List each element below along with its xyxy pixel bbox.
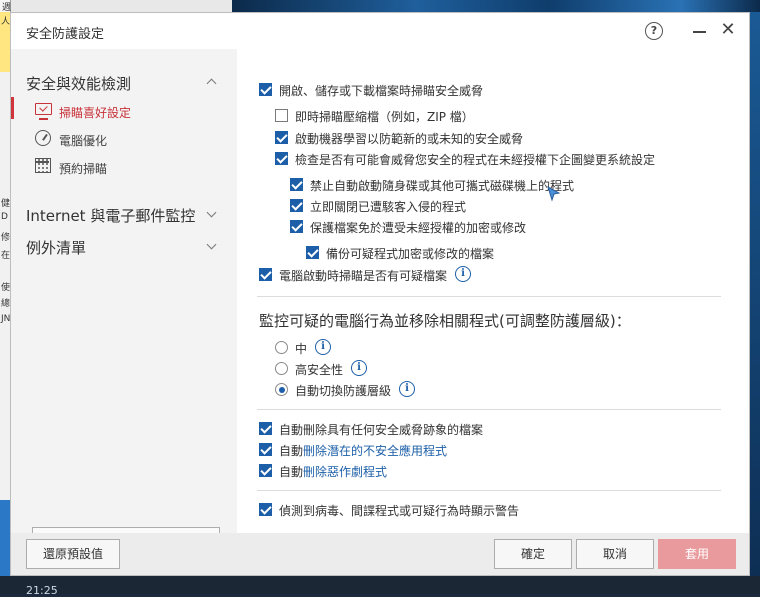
option-label: 立即關閉已遭駭客入侵的程式: [310, 200, 467, 214]
radio-label: 高安全性: [295, 363, 344, 377]
divider: [257, 409, 721, 410]
taskbar: [0, 576, 760, 594]
background-char: 總: [1, 299, 11, 309]
sidebar-item-scheduled-scan[interactable]: 預約掃瞄: [33, 157, 223, 179]
option-label: 備份可疑程式加密或修改的檔案: [326, 247, 495, 261]
restore-defaults-button[interactable]: 還原預設值: [26, 539, 120, 569]
sidebar-section-exceptions[interactable]: 例外清單: [26, 237, 86, 258]
title-bar[interactable]: 安全防護設定 ? ✕: [11, 13, 749, 49]
sidebar: 安全與效能檢測 掃瞄喜好設定 電腦優化 預約掃瞄 Internet 與電子郵件監…: [11, 49, 237, 555]
checkbox[interactable]: [290, 178, 303, 191]
background-char: JN: [1, 314, 11, 324]
sidebar-section-security-performance[interactable]: 安全與效能檢測: [26, 73, 131, 94]
checkbox[interactable]: [259, 83, 272, 96]
checkbox[interactable]: [275, 152, 288, 165]
option-label: 即時掃瞄壓縮檔（例如，ZIP 檔）: [295, 110, 474, 124]
apply-button[interactable]: 套用: [658, 539, 736, 569]
sidebar-item-label: 掃瞄喜好設定: [59, 106, 132, 120]
sidebar-item-label: 預約掃瞄: [59, 162, 108, 176]
radio-label: 自動切換防護層級: [295, 384, 392, 398]
close-icon[interactable]: ✕: [719, 20, 737, 40]
info-icon[interactable]: i: [399, 381, 415, 397]
info-icon[interactable]: i: [351, 360, 367, 376]
ok-button[interactable]: 確定: [494, 539, 572, 569]
jokeware-link[interactable]: 刪除惡作劇程式: [303, 465, 387, 479]
radio-button[interactable]: [275, 341, 288, 354]
sidebar-item-scan-preferences[interactable]: 掃瞄喜好設定: [33, 101, 223, 123]
scan-preferences-panel: 開啟、儲存或下載檔案時掃瞄安全威脅 即時掃瞄壓縮檔（例如，ZIP 檔） 啟動機器…: [237, 49, 749, 533]
option-label: 自動刪除惡作劇程式: [279, 465, 388, 479]
chevron-down-icon[interactable]: [207, 241, 216, 250]
divider: [257, 490, 721, 491]
background-char: 使: [1, 283, 11, 293]
background-char: 健: [1, 199, 11, 209]
behavior-monitoring-title: 監控可疑的電腦行為並移除相關程式(可調整防護層級)：: [259, 312, 631, 330]
divider: [257, 296, 721, 297]
info-icon[interactable]: i: [455, 266, 471, 282]
background-char: 修: [1, 233, 11, 243]
pua-link[interactable]: 刪除潛在的不安全應用程式: [303, 444, 447, 458]
option-label: 偵測到病毒、間諜程式或可疑行為時顯示警告: [279, 504, 520, 518]
radio-button[interactable]: [275, 383, 288, 396]
security-settings-dialog: 安全防護設定 ? ✕ 安全與效能檢測 掃瞄喜好設定 電腦優化 預約掃瞄 Inte…: [10, 12, 750, 576]
background-wallpaper: [232, 0, 760, 12]
mouse-cursor-icon: [547, 186, 561, 202]
checkbox[interactable]: [259, 464, 272, 477]
background-blue-panel: [0, 500, 10, 576]
radio-label: 中: [295, 342, 308, 356]
option-label: 自動刪除潛在的不安全應用程式: [279, 444, 448, 458]
sidebar-section-internet-email[interactable]: Internet 與電子郵件監控: [26, 205, 195, 226]
checkbox[interactable]: [290, 220, 303, 233]
checkbox[interactable]: [259, 422, 272, 435]
cancel-button[interactable]: 取消: [576, 539, 654, 569]
background-char: D: [1, 212, 8, 222]
chevron-up-icon[interactable]: [207, 77, 216, 86]
help-icon[interactable]: ?: [645, 22, 663, 40]
option-label: 開啟、儲存或下載檔案時掃瞄安全威脅: [279, 84, 484, 98]
window-title: 安全防護設定: [26, 27, 105, 42]
background-wallpaper-edge: [750, 12, 760, 594]
sidebar-item-pc-optimization[interactable]: 電腦優化: [33, 129, 223, 151]
background-char: 在: [1, 251, 11, 261]
monitor-check-icon: [35, 103, 52, 120]
active-item-indicator: [11, 97, 14, 119]
checkbox[interactable]: [275, 109, 288, 122]
background-char: 人: [1, 17, 11, 27]
checkbox[interactable]: [290, 199, 303, 212]
chevron-down-icon[interactable]: [207, 209, 216, 218]
checkbox[interactable]: [259, 503, 272, 516]
checkbox[interactable]: [259, 268, 272, 281]
gauge-icon: [35, 130, 51, 146]
checkbox[interactable]: [259, 443, 272, 456]
checkbox[interactable]: [275, 131, 288, 144]
radio-button[interactable]: [275, 362, 288, 375]
option-label: 電腦啟動時掃瞄是否有可疑檔案: [279, 269, 448, 283]
calendar-icon: [35, 158, 51, 173]
checkbox[interactable]: [306, 246, 319, 259]
option-label: 啟動機器學習以防範新的或未知的安全威脅: [295, 132, 524, 146]
info-icon[interactable]: i: [315, 339, 331, 355]
option-label: 檢查是否有可能會威脅您安全的程式在未經授權下企圖變更系統設定: [295, 153, 656, 167]
option-label: 自動刪除具有任何安全威脅跡象的檔案: [279, 423, 484, 437]
option-label: 保護檔案免於遭受未經授權的加密或修改: [310, 221, 527, 235]
option-label: 禁止自動啟動隨身碟或其他可攜式磁碟機上的程式: [310, 179, 575, 193]
background-spreadsheet-strip: [0, 0, 232, 12]
sidebar-item-label: 電腦優化: [59, 134, 108, 148]
minimize-icon[interactable]: [691, 20, 709, 40]
taskbar-clock: 21:25: [26, 584, 58, 597]
dialog-footer: 還原預設值 確定 取消 套用: [11, 533, 749, 575]
